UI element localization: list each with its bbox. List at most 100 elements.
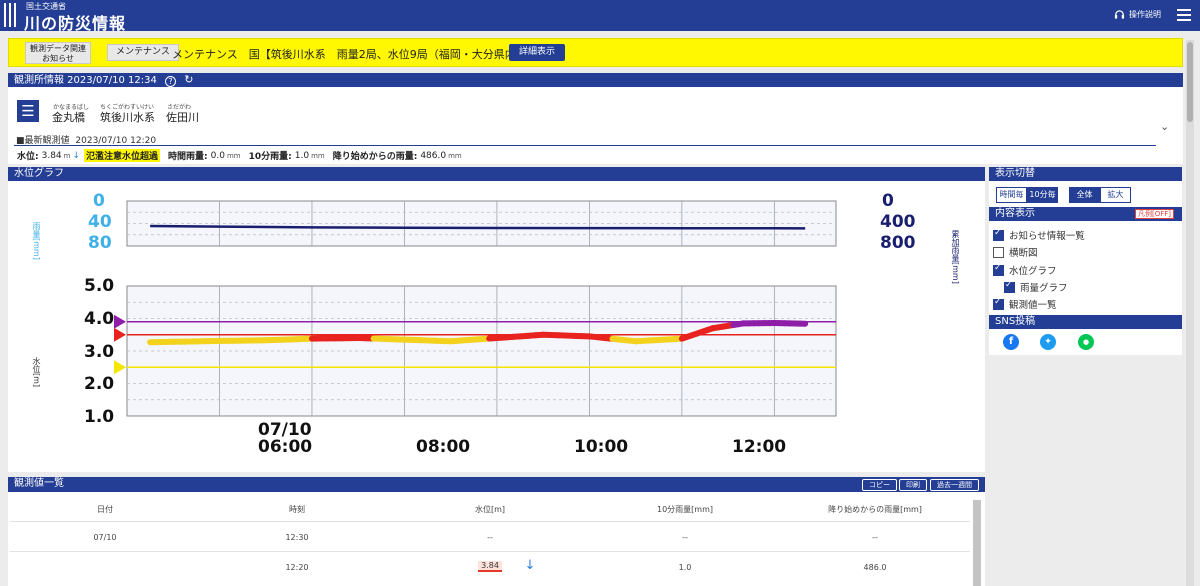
level-tick-5: 5.0 bbox=[84, 276, 115, 296]
chevron-down-icon[interactable]: ⌄ bbox=[1160, 120, 1169, 133]
rain-tick-0: 0 bbox=[93, 191, 105, 211]
level-tick-2: 2.0 bbox=[84, 374, 115, 394]
col-header-rain10: 10分雨量[mm] bbox=[656, 505, 713, 514]
threshold-marker-purple bbox=[114, 314, 126, 329]
observation-summary: 水位: 3.84 m ↓ 氾濫注意水位超過 時間雨量: 0.0 mm 10分雨量… bbox=[17, 149, 470, 162]
checkbox-icon[interactable] bbox=[993, 246, 1004, 258]
alert-badge: 氾濫注意水位超過 bbox=[84, 149, 161, 162]
col-header-level: 水位[m] bbox=[474, 505, 506, 514]
checkbox-icon[interactable] bbox=[993, 297, 1004, 310]
check-label: 観測値一覧 bbox=[1009, 300, 1057, 311]
col-header-cumulative: 降り始めからの雨量[mm] bbox=[828, 505, 922, 514]
check-notice-list[interactable]: お知らせ情報一覧 bbox=[993, 228, 1085, 242]
cumulative-label: 降り始めからの雨量: bbox=[332, 152, 418, 162]
station-type-icon: ☰ bbox=[17, 100, 39, 122]
copy-button[interactable]: コピー bbox=[862, 479, 897, 491]
hourly-toggle[interactable]: 時間毎 bbox=[996, 187, 1027, 203]
check-label: 横断図 bbox=[1009, 248, 1038, 259]
row2-level: 3.84 bbox=[470, 561, 510, 572]
checkbox-icon[interactable] bbox=[993, 228, 1004, 241]
page-scrollbar-thumb[interactable] bbox=[1187, 42, 1193, 122]
threshold-marker-yellow bbox=[114, 360, 126, 375]
top-header: 国土交通省 川の防災情報 操作説明 bbox=[0, 0, 1200, 34]
ten-value: 1.0 bbox=[294, 150, 310, 161]
rain-tick-40: 40 bbox=[88, 212, 112, 232]
row-divider bbox=[10, 521, 970, 522]
check-cross-section[interactable]: 横断図 bbox=[993, 245, 1038, 259]
rain-tick-80: 80 bbox=[88, 233, 112, 253]
rain-axis-label: 雨量[mm] bbox=[32, 222, 41, 260]
detail-button[interactable]: 詳細表示 bbox=[509, 44, 566, 61]
check-obs-list[interactable]: 観測値一覧 bbox=[993, 297, 1057, 311]
check-label: 水位グラフ bbox=[1009, 266, 1057, 277]
trend-down-icon: ↓ bbox=[524, 558, 536, 573]
row1-rain10: -- bbox=[682, 533, 688, 542]
row2-rain10: 1.0 bbox=[678, 563, 692, 572]
col-header-time: 時刻 bbox=[289, 505, 305, 514]
headset-icon bbox=[1114, 10, 1125, 19]
chart-grid bbox=[126, 200, 837, 417]
level-highlight: 3.84 bbox=[478, 561, 502, 572]
print-button[interactable]: 印刷 bbox=[899, 479, 927, 491]
level-axis-label: 水位[m] bbox=[32, 357, 41, 388]
level-value: 3.84 bbox=[41, 150, 62, 161]
site-title[interactable]: 川の防災情報 bbox=[24, 10, 126, 34]
refresh-icon[interactable]: ↻ bbox=[184, 73, 193, 86]
checkbox-icon[interactable] bbox=[993, 263, 1004, 276]
x-tick-1000: 10:00 bbox=[574, 437, 629, 457]
ten-unit: mm bbox=[311, 151, 325, 160]
station-panel-header: 観測所情報 2023/07/10 12:34 ? ↻ bbox=[8, 73, 1183, 87]
legend-toggle-button[interactable]: 凡例[OFF] bbox=[1135, 209, 1175, 219]
checkbox-icon[interactable] bbox=[1004, 280, 1015, 293]
twitter-icon[interactable]: ✦ bbox=[1040, 334, 1056, 350]
table-panel-header: 観測値一覧 bbox=[8, 477, 985, 492]
system-name: 筑後川水系 bbox=[100, 111, 155, 124]
x-tick-1200: 12:00 bbox=[732, 437, 787, 457]
check-label: 雨量グラフ bbox=[1020, 283, 1068, 294]
logo-stripes-icon bbox=[4, 3, 18, 27]
threshold-marker-red bbox=[114, 327, 126, 342]
check-rain-graph[interactable]: 雨量グラフ bbox=[1004, 280, 1068, 294]
row1-cumulative: -- bbox=[872, 533, 878, 542]
divider bbox=[14, 145, 1156, 146]
station-name: 金丸橋 bbox=[52, 111, 85, 124]
x-tick-0600: 06:00 bbox=[258, 437, 313, 457]
notice-category-label: 観測データ関連 お知らせ bbox=[25, 42, 91, 64]
hourly-unit: mm bbox=[226, 151, 241, 160]
row1-date: 07/10 bbox=[93, 533, 117, 542]
river-name: 佐田川 bbox=[166, 111, 199, 124]
facebook-icon[interactable]: f bbox=[1003, 334, 1019, 350]
menu-icon[interactable] bbox=[1177, 9, 1191, 21]
water-level-chart bbox=[114, 200, 837, 417]
row-divider bbox=[10, 551, 970, 552]
ten-label: 10分雨量: bbox=[248, 152, 292, 162]
check-label: お知らせ情報一覧 bbox=[1009, 231, 1085, 242]
threshold-markers bbox=[114, 314, 126, 375]
trend-down-icon: ↓ bbox=[72, 150, 81, 161]
level-label: 水位: bbox=[17, 152, 39, 162]
help-circle-icon[interactable]: ? bbox=[165, 76, 176, 87]
check-level-graph[interactable]: 水位グラフ bbox=[993, 263, 1057, 277]
cumulative-unit: mm bbox=[448, 151, 462, 160]
graph-panel-header: 水位グラフ bbox=[8, 167, 985, 181]
x-tick-0800: 08:00 bbox=[416, 437, 471, 457]
level-tick-3: 3.0 bbox=[84, 342, 115, 362]
level-tick-1: 1.0 bbox=[84, 407, 115, 427]
table-scrollbar[interactable] bbox=[973, 500, 981, 586]
level-unit: m bbox=[63, 151, 71, 160]
row1-time: 12:30 bbox=[285, 533, 309, 542]
maintenance-tag: メンテナンス bbox=[107, 44, 179, 61]
hourly-label: 時間雨量: bbox=[168, 152, 208, 162]
row2-time: 12:20 bbox=[285, 563, 309, 572]
cum-axis-label: 累加雨量[mm] bbox=[951, 230, 960, 284]
past-week-button[interactable]: 過去一週間 bbox=[930, 479, 979, 491]
level-tick-4: 4.0 bbox=[84, 309, 115, 329]
ten-minute-toggle[interactable]: 10分毎 bbox=[1027, 187, 1058, 203]
line-icon[interactable]: ● bbox=[1078, 334, 1094, 350]
help-link[interactable]: 操作説明 bbox=[1114, 9, 1161, 20]
hourly-value: 0.0 bbox=[210, 150, 225, 161]
zoom-toggle[interactable]: 拡大 bbox=[1100, 187, 1131, 203]
view-all-toggle[interactable]: 全体 bbox=[1069, 187, 1100, 203]
row1-level: -- bbox=[487, 533, 493, 542]
switch-panel-header: 表示切替 bbox=[989, 167, 1182, 181]
